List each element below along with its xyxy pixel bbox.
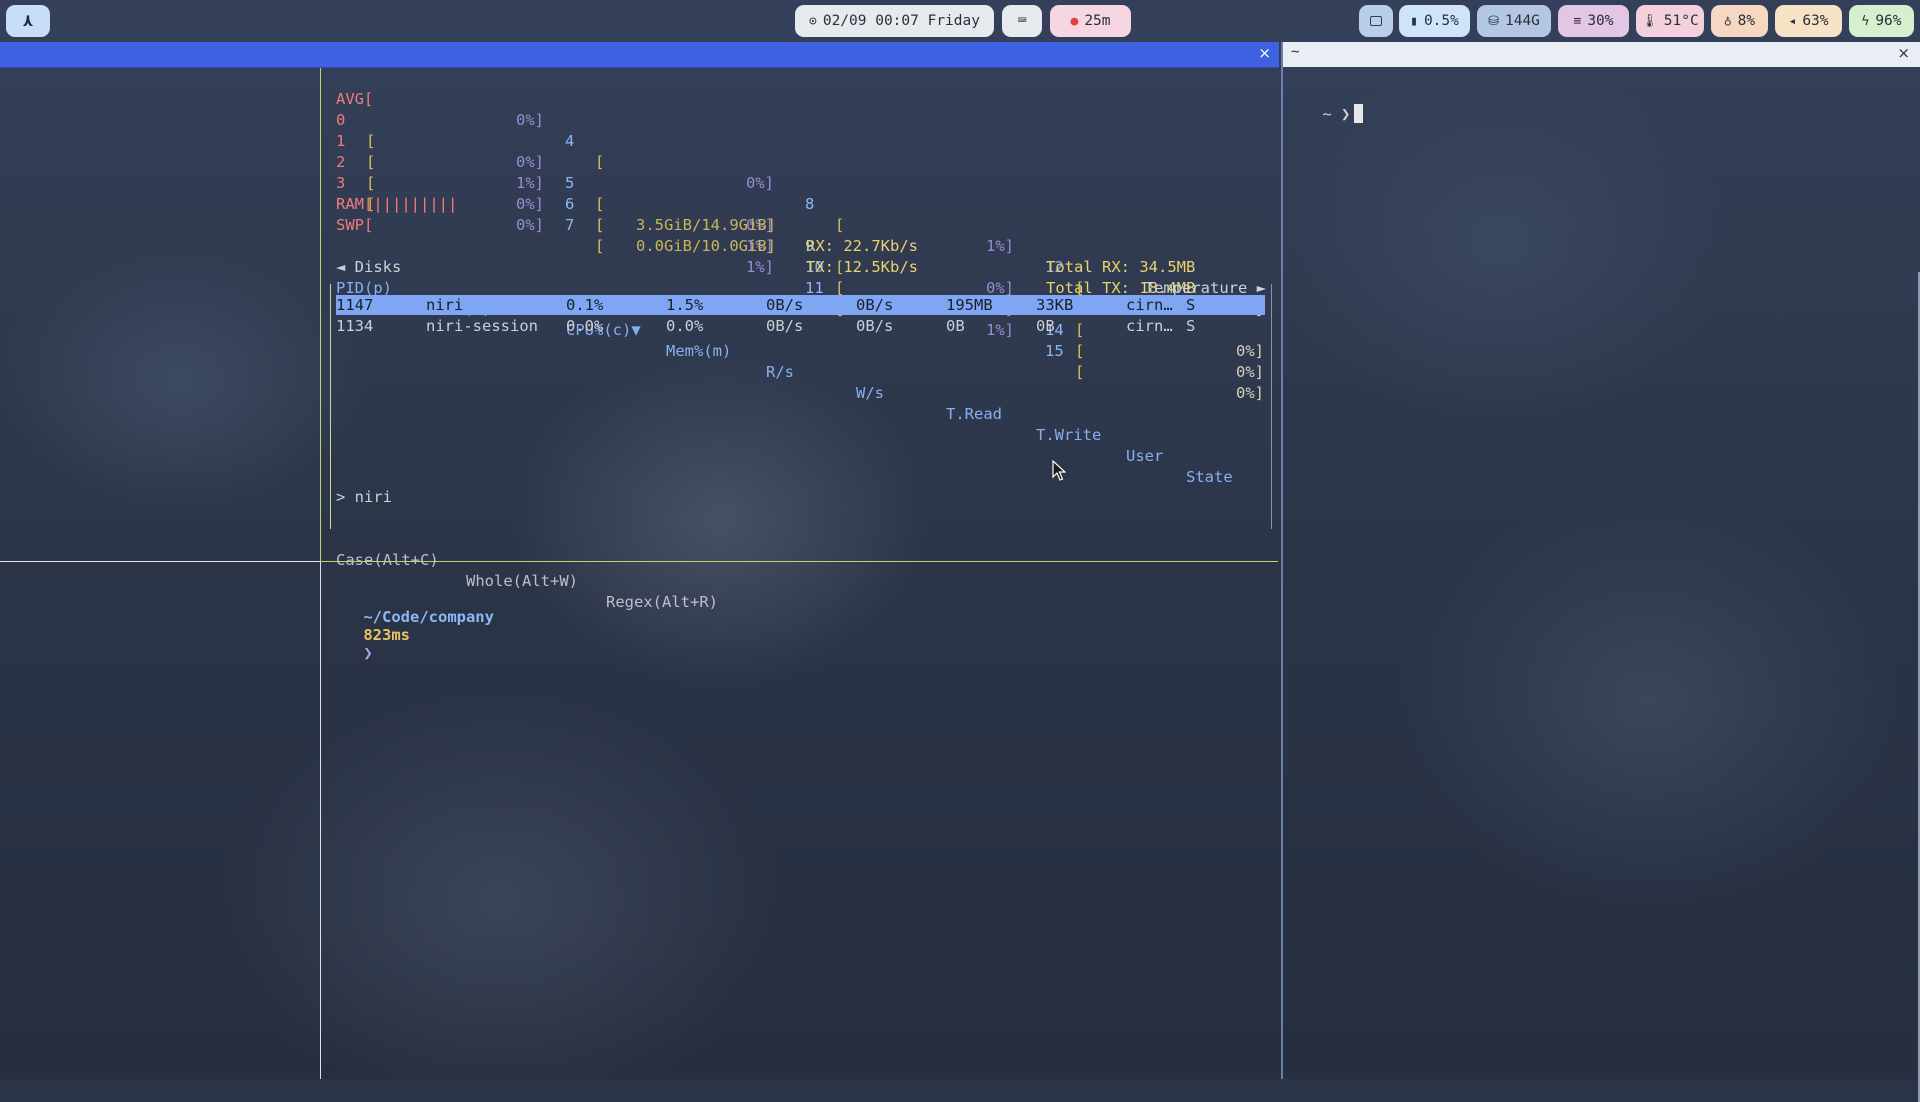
user-cell: cirn… [1126,296,1173,314]
window-title: ~ [1291,44,1300,60]
cpu-icon: ▮ [1410,13,1418,29]
table-row[interactable]: 1147 niri 0.1% 1.5% 0B/s 0B/s 195MB 33KB… [336,295,1265,315]
swap-label: SWP[ [336,216,374,234]
cpu-row: 0 [ 0%] 5 [ 0%] 9 [ 0%] 13 [ 0%] [336,111,1264,360]
write-rate-cell: 0B/s [856,317,894,335]
battery-charging-icon: ϟ [1861,13,1870,29]
cpu-row: 3 [ 0%] [336,174,544,234]
clock-text: 02/09 00:07 Friday [822,13,980,29]
memory-text: 30% [1587,13,1614,29]
window-title-bar[interactable]: × [0,42,1279,68]
cpu-percent: 0%] [746,174,774,192]
cpu-label: 4 [565,132,575,150]
cpu-percent: 1%] [516,174,544,192]
cpu-cell: 0.0% [566,317,604,335]
top-bar: ⋏ ⊙ 02/09 00:07 Friday ⌨ ● 25m ▮ 0.5% ⛁ … [0,0,1920,42]
window-title-bar[interactable]: ~ × [1283,42,1920,67]
total-write-cell: 33KB [1036,296,1074,314]
temperature-text: 51°C [1663,13,1699,29]
name-cell: niri [426,296,464,314]
launcher-icon[interactable]: ⋏ [6,5,50,37]
name-cell: niri-session [426,317,538,335]
cpu-label: 7 [565,216,575,234]
pomodoro-widget[interactable]: ● 25m [1050,5,1131,37]
read-rate-cell: 0B/s [766,317,804,335]
terminal-window[interactable]: ~ × ~ ❯ [1281,42,1920,1102]
state-cell: S [1186,317,1196,335]
battery-widget[interactable]: ϟ 96% [1849,5,1914,37]
tx-rate: TX: 12.5Kb/s [806,258,918,276]
volume-icon: ◂ [1788,13,1797,29]
cpu-row: AVG[ 0%] 4 [ 0%] 8 [ 1%] 12 [ 0%] [336,68,1264,318]
regex-option[interactable]: Regex(Alt+R) [606,592,718,613]
volume-widget[interactable]: ◂ 63% [1775,5,1842,37]
split-divider-active [320,561,1278,562]
swap-row: SWP[ 0.0GiB/10.0GiB] TX: 12.5Kb/s Total … [336,194,1195,297]
cpu-row: 1 [ 1%] 6 [ 1%] 10 [ 0%] 14 [ 0%] [336,132,1264,381]
ram-value: 3.5GiB/14.9GiB] [636,216,776,234]
search-input[interactable]: > niri [336,487,392,508]
whole-option[interactable]: Whole(Alt+W) [466,571,578,592]
ram-row: RAM[||||||||| 3.5GiB/14.9GiB] RX: 22.7Kb… [336,173,1195,276]
widget-tabs: ◄ Disks Temperature ► [336,236,1266,297]
brightness-widget[interactable]: ♁ 8% [1711,5,1768,37]
prompt-chevron: ❯ [363,644,373,662]
thermometer-icon: 🌡 [1641,13,1658,29]
mem-cell: 0.0% [666,317,704,335]
prompt-text: ~ ❯ [1322,105,1351,123]
cpu-widget[interactable]: ▮ 0.5% [1399,5,1470,37]
pid-cell: 1134 [336,317,374,335]
close-icon[interactable]: × [1258,44,1271,62]
cpu-percent: 0%] [516,216,544,234]
text-cursor [1354,104,1364,123]
cpu-label: 8 [805,195,815,213]
volume-text: 63% [1802,13,1829,29]
table-row[interactable]: 1134 niri-session 0.0% 0.0% 0B/s 0B/s 0B… [336,316,1265,336]
cpu-cell: 0.1% [566,296,604,314]
cpu-percent: 0%] [516,195,544,213]
total-rx: Total RX: 34.5MB [1046,258,1196,276]
total-write-cell: 0B [1036,317,1055,335]
shell-prompt[interactable]: ~/Code/company 823ms ❯ [326,590,494,680]
cpu-row: 2 [ 0%] 7 [ 1%] 11 [ 1%] 15 [ 0%] [336,153,1264,402]
total-read-cell: 195MB [946,296,993,314]
close-icon[interactable]: × [1897,44,1910,62]
process-table: 1147 niri 0.1% 1.5% 0B/s 0B/s 195MB 33KB… [330,284,1272,529]
prompt-path: ~/Code/company [363,608,494,626]
bulb-icon: ♁ [1723,13,1732,29]
brightness-text: 8% [1737,13,1756,29]
clock-icon: ⊙ [809,13,817,29]
disk-icon: ⛁ [1488,13,1499,29]
cpu-text: 0.5% [1423,13,1459,29]
disk-widget[interactable]: ⛁ 144G [1477,5,1551,37]
total-read-cell: 0B [946,317,965,335]
pid-cell: 1147 [336,296,374,314]
shell-prompt[interactable]: ~ ❯ [1285,86,1364,141]
tomato-icon: ● [1070,13,1079,29]
cpu-label: 5 [565,174,575,192]
battery-text: 96% [1875,13,1902,29]
prompt-duration: 823ms [363,626,410,644]
user-cell: cirn… [1126,317,1173,335]
read-rate-cell: 0B/s [766,296,804,314]
disk-text: 144G [1504,13,1540,29]
tray-icon[interactable] [1359,5,1393,37]
pane-divider [320,562,321,1079]
state-cell: S [1186,296,1196,314]
keyboard-icon[interactable]: ⌨ [1002,5,1042,37]
cpu-percent: 0%] [516,111,544,129]
process-table-header: PID(p) Name(n) CPU%(c)▼ Mem%(m) R/s W/s … [336,257,1233,486]
pomodoro-text: 25m [1084,13,1111,29]
cpu-percent: 1%] [746,258,774,276]
btm-terminal-window[interactable]: × AVG[ 0%] 4 [ 0%] 8 [ 1%] 12 [ 0%] 0 [ … [0,42,1279,1079]
memory-widget[interactable]: ≡ 30% [1558,5,1629,37]
cpu-percent: 0%] [516,153,544,171]
temperature-widget[interactable]: 🌡 51°C [1636,5,1704,37]
memory-icon: ≡ [1573,13,1582,29]
clock-widget[interactable]: ⊙ 02/09 00:07 Friday [795,5,994,37]
cpu-label: 6 [565,195,575,213]
write-rate-cell: 0B/s [856,296,894,314]
mem-cell: 1.5% [666,296,704,314]
mouse-pointer-icon [1052,460,1066,481]
